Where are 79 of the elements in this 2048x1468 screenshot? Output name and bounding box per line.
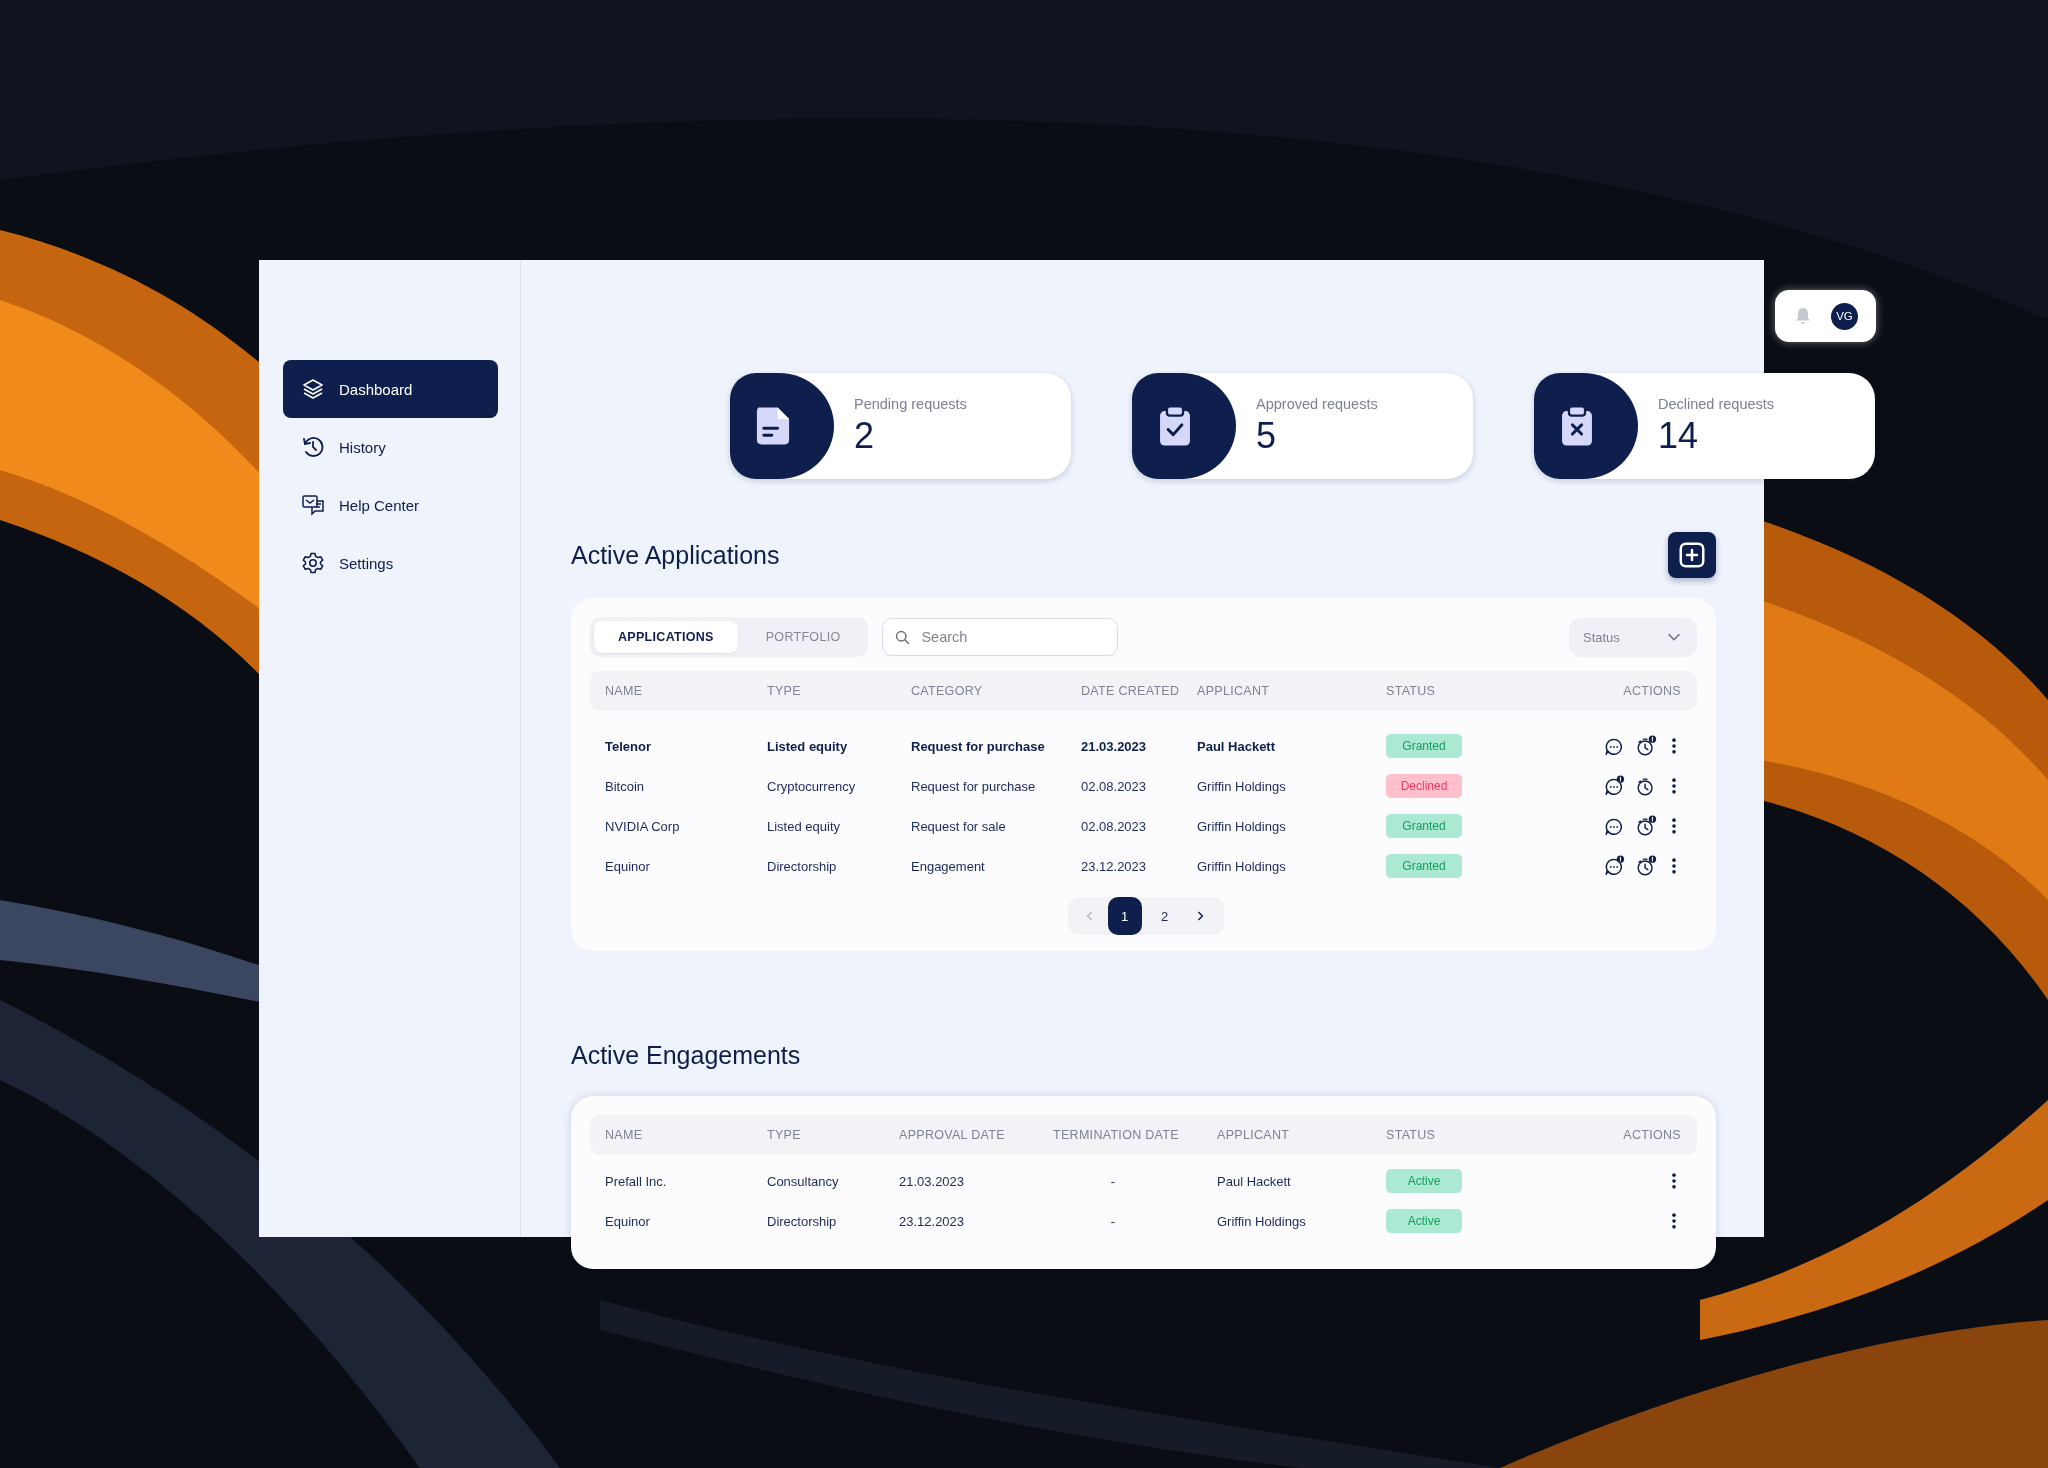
- plus-icon: [1677, 540, 1707, 570]
- table-cell-text: Bitcoin: [605, 778, 646, 794]
- table-cell-text: Directorship: [767, 1213, 838, 1229]
- comment-icon[interactable]: [1603, 775, 1625, 797]
- column-header: NAME: [605, 684, 644, 698]
- table-cell-text: Griffin Holdings: [1197, 818, 1287, 834]
- status-badge: Granted: [1386, 814, 1462, 838]
- stat-label: Pending requests: [854, 396, 967, 412]
- table-cell-text: Listed equity: [767, 818, 841, 834]
- comment-icon[interactable]: [1603, 855, 1625, 877]
- table-cell-text: 21.03.2023: [899, 1173, 966, 1189]
- table-cell-text: Equinor: [605, 1213, 651, 1229]
- column-header: APPLICANT: [1217, 1128, 1291, 1142]
- column-header: NAME: [605, 1128, 644, 1142]
- table-cell-text: -: [1109, 1173, 1117, 1189]
- history-icon: [301, 435, 325, 459]
- table-cell-text: 23.12.2023: [1081, 858, 1148, 874]
- status-badge: Active: [1386, 1169, 1462, 1193]
- table-cell-text: Griffin Holdings: [1217, 1213, 1307, 1229]
- table-cell-text: Request for sale: [911, 818, 1007, 834]
- table-cell-text: Paul Hackett: [1197, 738, 1277, 754]
- column-header: ACTIONS: [1622, 1128, 1681, 1142]
- table-cell-text: Directorship: [767, 858, 838, 874]
- add-button[interactable]: [1668, 532, 1716, 578]
- page-button[interactable]: 1: [1107, 897, 1142, 935]
- table-cell-text: Request for purchase: [911, 738, 1046, 754]
- nav-item[interactable]: Help Center: [283, 476, 498, 534]
- page-button[interactable]: 2: [1147, 897, 1182, 935]
- search-field[interactable]: Search: [882, 618, 1119, 656]
- nav-item[interactable]: History: [283, 418, 498, 476]
- search-icon: [894, 629, 912, 646]
- table-cell-text: 21.03.2023: [1081, 738, 1148, 754]
- column-header: STATUS: [1386, 684, 1437, 698]
- table-cell-text: Engagement: [911, 858, 986, 874]
- table-cell-text: Griffin Holdings: [1197, 778, 1287, 794]
- table-cell-text: Telenor: [605, 738, 652, 754]
- table-cell-text: Paul Hackett: [1217, 1173, 1292, 1189]
- table-cell-text: Griffin Holdings: [1197, 858, 1287, 874]
- column-header: ACTIONS: [1622, 684, 1681, 698]
- section-title: Active Applications: [571, 540, 780, 570]
- nav-item[interactable]: Dashboard: [283, 360, 498, 418]
- user-avatar[interactable]: VG: [1831, 302, 1858, 330]
- stat-label: Declined requests: [1658, 396, 1775, 412]
- status-badge: Granted: [1386, 734, 1462, 758]
- settings-icon: [301, 551, 325, 575]
- stat-value: 5: [1256, 416, 1278, 456]
- table-cell-text: Cryptocurrency: [767, 778, 857, 794]
- column-header: STATUS: [1386, 1128, 1437, 1142]
- table-cell-text: NVIDIA Corp: [605, 818, 681, 834]
- chat-support-icon: [301, 493, 325, 517]
- stat-label: Approved requests: [1256, 396, 1378, 412]
- column-header: TYPE: [767, 684, 802, 698]
- column-header: APPROVAL DATE: [899, 1128, 1006, 1142]
- status-badge: Declined: [1386, 774, 1462, 798]
- timer-icon[interactable]: [1635, 735, 1657, 757]
- status-badge: Active: [1386, 1209, 1462, 1233]
- stat-value: 14: [1658, 416, 1700, 456]
- column-header: APPLICANT: [1197, 684, 1271, 698]
- table-cell-text: Listed equity: [767, 738, 849, 754]
- table-cell-text: Request for purchase: [911, 778, 1037, 794]
- tab[interactable]: APPLICATIONS: [594, 621, 738, 653]
- table-cell-text: -: [1109, 1213, 1117, 1229]
- table-cell-text: 02.08.2023: [1081, 778, 1148, 794]
- status-badge: Granted: [1386, 854, 1462, 878]
- column-header: TERMINATION DATE: [1053, 1128, 1180, 1142]
- table-cell-text: Prefall Inc.: [605, 1173, 668, 1189]
- timer-icon[interactable]: [1635, 855, 1657, 877]
- table-cell-text: 23.12.2023: [899, 1213, 966, 1229]
- table-cell-text: 02.08.2023: [1081, 818, 1148, 834]
- column-header: TYPE: [767, 1128, 802, 1142]
- nav-item[interactable]: Settings: [283, 534, 498, 592]
- section-title: Active Engagements: [571, 1041, 802, 1070]
- column-header: CATEGORY: [911, 684, 984, 698]
- layers-icon: [301, 377, 325, 401]
- timer-icon[interactable]: [1635, 815, 1657, 837]
- table-cell-text: Consultancy: [767, 1173, 840, 1189]
- table-cell-text: Equinor: [605, 858, 651, 874]
- column-header: DATE CREATED: [1081, 684, 1181, 698]
- stat-value: 2: [854, 416, 876, 456]
